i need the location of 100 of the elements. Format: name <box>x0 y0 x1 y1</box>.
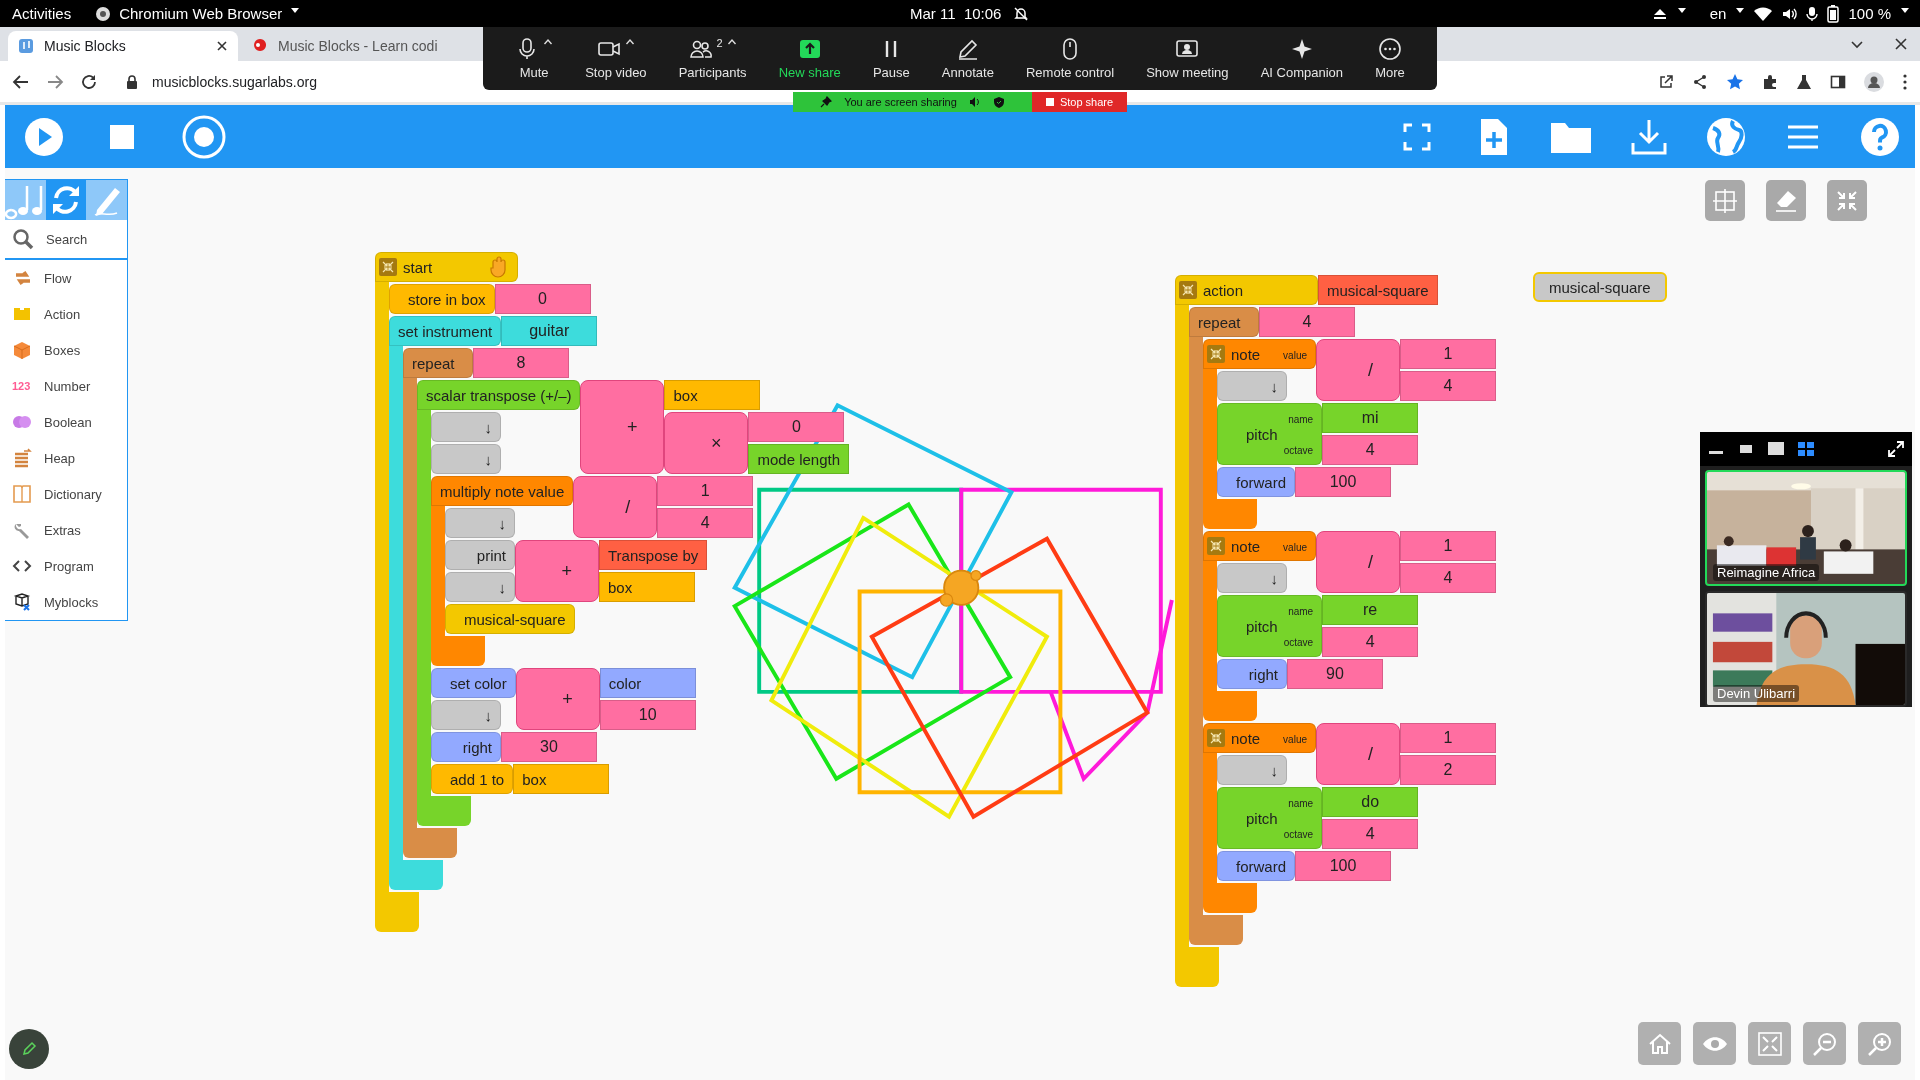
palette-item[interactable]: Boolean <box>5 404 127 440</box>
show-meeting-button[interactable]: Show meeting <box>1146 37 1229 80</box>
code-block[interactable]: ↓ <box>431 412 501 442</box>
participants-button[interactable]: 2 Participants <box>678 37 747 80</box>
activities-button[interactable]: Activities <box>12 5 72 22</box>
code-block[interactable]: repeat <box>403 348 473 378</box>
menu-icon[interactable] <box>1902 72 1908 91</box>
code-block[interactable]: musical-square <box>445 604 575 634</box>
mute-button[interactable]: Mute <box>515 37 554 80</box>
value-block[interactable]: guitar <box>501 316 598 346</box>
code-block[interactable]: action <box>1175 275 1318 305</box>
code-block[interactable]: note value <box>1203 531 1316 561</box>
palette-item[interactable]: Heap <box>5 440 127 476</box>
operator-block[interactable]: + <box>580 380 665 474</box>
pause-button[interactable]: Pause <box>872 37 910 80</box>
palette-item[interactable]: Action <box>5 296 127 332</box>
value-block[interactable]: 100 <box>1295 467 1392 497</box>
code-block[interactable]: start <box>375 252 518 282</box>
collapse-icon[interactable] <box>1207 729 1225 747</box>
expand-icon[interactable] <box>1887 440 1905 458</box>
collapse-icon[interactable] <box>1207 537 1225 555</box>
browser-tab[interactable]: Music Blocks - Learn codi <box>242 31 472 61</box>
code-block[interactable]: print <box>445 540 515 570</box>
value-block[interactable]: 1 <box>1400 531 1496 561</box>
star-icon[interactable] <box>1726 72 1744 91</box>
code-block[interactable]: ↓ <box>1217 755 1287 785</box>
external-link-icon[interactable] <box>1658 73 1674 90</box>
value-block[interactable]: 0 <box>494 284 591 314</box>
value-block[interactable]: musical-square <box>1318 275 1438 305</box>
code-block[interactable]: note value <box>1203 339 1316 369</box>
sidebar-icon[interactable] <box>1830 73 1846 90</box>
search-field[interactable]: Search <box>5 220 127 260</box>
value-block[interactable]: 4 <box>1400 371 1496 401</box>
code-block[interactable]: add 1 to <box>431 764 514 794</box>
palette-item[interactable]: Dictionary <box>5 476 127 512</box>
palette-item[interactable]: Extras <box>5 512 127 548</box>
caret-icon[interactable] <box>543 37 554 47</box>
palette-tab[interactable] <box>45 180 87 220</box>
code-block[interactable]: forward <box>1217 851 1296 881</box>
value-block[interactable]: 4 <box>1322 435 1419 465</box>
value-block[interactable]: 2 <box>1400 755 1496 785</box>
code-block[interactable]: right <box>1217 659 1287 689</box>
collapse-icon[interactable] <box>379 258 397 276</box>
code-block[interactable]: set instrument <box>389 316 502 346</box>
value-block[interactable]: 8 <box>473 348 569 378</box>
value-block[interactable]: 1 <box>657 476 754 506</box>
help-icon[interactable] <box>1859 115 1901 158</box>
value-block[interactable]: do <box>1322 787 1419 817</box>
value-block[interactable]: box <box>513 764 610 794</box>
value-block[interactable]: 90 <box>1287 659 1383 689</box>
flask-icon[interactable] <box>1796 73 1812 90</box>
value-block[interactable]: 4 <box>1322 627 1419 657</box>
code-block[interactable]: forward <box>1217 467 1296 497</box>
value-block[interactable]: mi <box>1322 403 1419 433</box>
collapse-icon[interactable] <box>1207 345 1225 363</box>
code-block[interactable]: pitch name octave <box>1217 787 1323 849</box>
value-block[interactable]: 4 <box>657 508 754 538</box>
globe-icon[interactable] <box>1705 115 1747 158</box>
code-block[interactable]: ↓ <box>431 444 501 474</box>
new-share-button[interactable]: New share <box>778 37 841 80</box>
palette-item[interactable]: 123 Number <box>5 368 127 404</box>
share-icon[interactable] <box>1692 73 1708 90</box>
code-block[interactable]: pitch name octave <box>1217 403 1323 465</box>
annotate-button[interactable]: Annotate <box>941 37 994 80</box>
pen-button[interactable] <box>9 1029 49 1069</box>
code-block[interactable]: store in box <box>389 284 495 314</box>
reload-icon[interactable] <box>80 72 98 91</box>
value-block[interactable]: 1 <box>1400 723 1496 753</box>
more-button[interactable]: More <box>1375 37 1405 80</box>
remote-control-button[interactable]: Remote control <box>1025 37 1115 80</box>
operator-block[interactable]: / <box>573 476 658 538</box>
value-block[interactable]: 4 <box>1259 307 1355 337</box>
value-block[interactable]: box <box>664 380 761 410</box>
value-block[interactable]: 30 <box>501 732 597 762</box>
language-indicator[interactable]: en <box>1709 5 1727 22</box>
value-block[interactable]: 4 <box>1322 819 1419 849</box>
value-block[interactable]: 0 <box>748 412 845 442</box>
wifi-icon[interactable] <box>1754 5 1773 22</box>
operator-block[interactable]: + <box>515 540 599 602</box>
code-block[interactable]: ↓ <box>1217 563 1287 593</box>
puzzle-icon[interactable] <box>1762 73 1778 90</box>
bell-muted-icon[interactable] <box>1013 5 1030 22</box>
code-block[interactable]: pitch name octave <box>1217 595 1323 657</box>
grid-view-icon[interactable] <box>1797 440 1815 458</box>
close-icon[interactable] <box>216 40 228 52</box>
code-block[interactable]: repeat <box>1189 307 1259 337</box>
palette-item[interactable]: Boxes <box>5 332 127 368</box>
stop-video-button[interactable]: Stop video <box>585 37 647 80</box>
code-block[interactable]: musical-square <box>1533 272 1667 302</box>
clock[interactable]: Mar 11 10:06 <box>910 5 1002 22</box>
code-block[interactable]: set color <box>431 668 516 698</box>
value-block[interactable]: box <box>599 572 695 602</box>
value-block[interactable]: Transpose by <box>599 540 708 570</box>
value-block[interactable]: 1 <box>1400 339 1496 369</box>
microphone-icon[interactable] <box>1806 5 1819 22</box>
profile-icon[interactable] <box>1864 71 1884 92</box>
browser-tab[interactable]: Music Blocks <box>8 31 238 61</box>
code-block[interactable]: scalar transpose (+/–) <box>417 380 581 410</box>
value-block[interactable]: re <box>1322 595 1419 625</box>
forward-icon[interactable] <box>46 72 64 91</box>
